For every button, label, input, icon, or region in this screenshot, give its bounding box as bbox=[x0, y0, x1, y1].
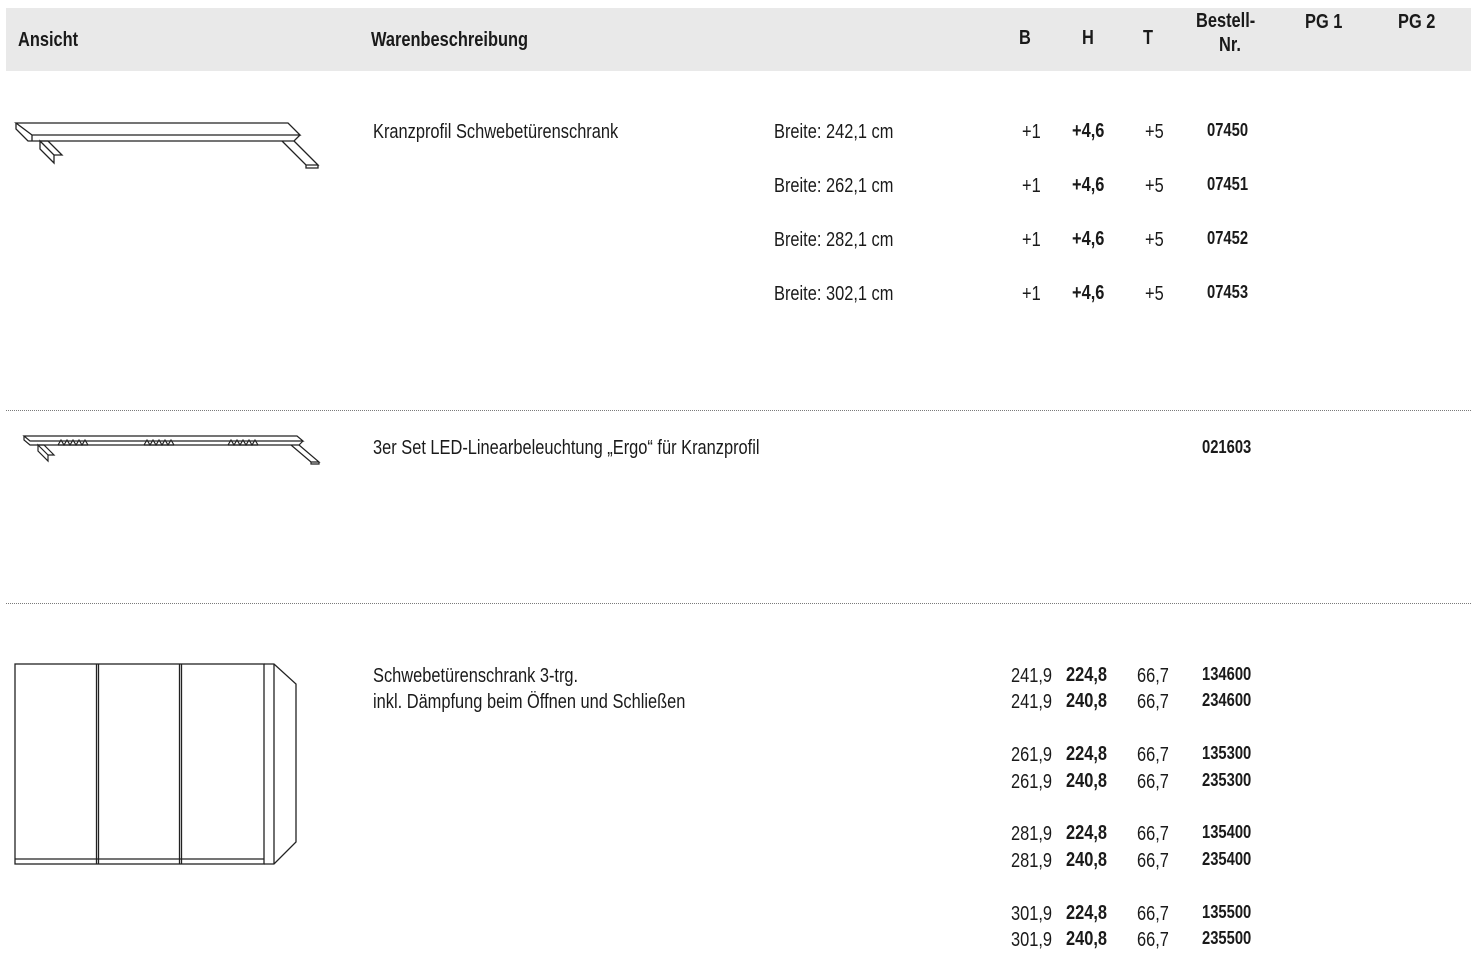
section3-row7-h: 224,8 bbox=[1066, 902, 1108, 924]
section3-row7-nr: 135500 bbox=[1202, 902, 1252, 922]
section1-row1-nr: 07450 bbox=[1207, 120, 1249, 140]
section3-row3-h: 224,8 bbox=[1066, 743, 1108, 765]
section2-title: 3er Set LED-Linearbeleuchtung „Ergo“ für… bbox=[373, 437, 760, 459]
section3-row2-b: 241,9 bbox=[1011, 691, 1053, 713]
section3-row6-b: 281,9 bbox=[1011, 850, 1053, 872]
header-nr: Nr. bbox=[1219, 34, 1241, 56]
schwebetuerenschrank-drawing bbox=[14, 663, 297, 865]
section3-row5-t: 66,7 bbox=[1137, 823, 1169, 845]
section3-row8-t: 66,7 bbox=[1137, 929, 1169, 951]
section1-row3-b: +1 bbox=[1022, 229, 1041, 251]
header-pg2: PG 2 bbox=[1398, 11, 1436, 33]
section3-row3-b: 261,9 bbox=[1011, 744, 1053, 766]
header-b: B bbox=[1019, 27, 1031, 49]
section3-row7-b: 301,9 bbox=[1011, 903, 1053, 925]
section-divider-1 bbox=[6, 410, 1471, 411]
section1-row4-t: +5 bbox=[1145, 283, 1164, 305]
section3-row2-t: 66,7 bbox=[1137, 691, 1169, 713]
section1-row2-h: +4,6 bbox=[1072, 174, 1105, 196]
section3-subtitle: inkl. Dämpfung beim Öffnen und Schließen bbox=[373, 691, 686, 713]
section3-row2-nr: 234600 bbox=[1202, 690, 1252, 710]
header-ansicht: Ansicht bbox=[18, 29, 79, 51]
section3-row4-nr: 235300 bbox=[1202, 770, 1252, 790]
section1-title: Kranzprofil Schwebetürenschrank bbox=[373, 121, 619, 143]
section3-row5-h: 224,8 bbox=[1066, 822, 1108, 844]
section1-row1-t: +5 bbox=[1145, 121, 1164, 143]
section1-row1-b: +1 bbox=[1022, 121, 1041, 143]
section3-row8-b: 301,9 bbox=[1011, 929, 1053, 951]
section3-row2-h: 240,8 bbox=[1066, 690, 1108, 712]
section3-row6-t: 66,7 bbox=[1137, 850, 1169, 872]
section2-nr: 021603 bbox=[1202, 437, 1252, 457]
section3-row6-h: 240,8 bbox=[1066, 849, 1108, 871]
section1-row1-breite: Breite: 242,1 cm bbox=[774, 121, 894, 143]
section1-row3-h: +4,6 bbox=[1072, 228, 1105, 250]
section3-row3-t: 66,7 bbox=[1137, 744, 1169, 766]
section1-row1-h: +4,6 bbox=[1072, 120, 1105, 142]
section3-row1-nr: 134600 bbox=[1202, 664, 1252, 684]
section3-row4-t: 66,7 bbox=[1137, 771, 1169, 793]
section3-row4-h: 240,8 bbox=[1066, 770, 1108, 792]
header-h: H bbox=[1082, 27, 1094, 49]
section3-row8-h: 240,8 bbox=[1066, 928, 1108, 950]
section3-row1-h: 224,8 bbox=[1066, 664, 1108, 686]
section3-title: Schwebetürenschrank 3-trg. bbox=[373, 665, 579, 687]
header-t: T bbox=[1143, 27, 1154, 49]
section1-row3-nr: 07452 bbox=[1207, 228, 1249, 248]
section1-row2-breite: Breite: 262,1 cm bbox=[774, 175, 894, 197]
section3-row1-t: 66,7 bbox=[1137, 665, 1169, 687]
section3-row4-b: 261,9 bbox=[1011, 771, 1053, 793]
section3-row5-nr: 135400 bbox=[1202, 822, 1252, 842]
section1-row2-b: +1 bbox=[1022, 175, 1041, 197]
header-warenbeschreibung: Warenbeschreibung bbox=[371, 29, 529, 51]
kranzprofil-drawing bbox=[14, 122, 320, 169]
section3-row6-nr: 235400 bbox=[1202, 849, 1252, 869]
section1-row4-h: +4,6 bbox=[1072, 282, 1105, 304]
section1-row4-breite: Breite: 302,1 cm bbox=[774, 283, 894, 305]
section3-row7-t: 66,7 bbox=[1137, 903, 1169, 925]
section1-row4-nr: 07453 bbox=[1207, 282, 1249, 302]
section1-row4-b: +1 bbox=[1022, 283, 1041, 305]
section1-row3-breite: Breite: 282,1 cm bbox=[774, 229, 894, 251]
section1-row2-nr: 07451 bbox=[1207, 174, 1249, 194]
header-pg1: PG 1 bbox=[1305, 11, 1343, 33]
section1-row2-t: +5 bbox=[1145, 175, 1164, 197]
header-bestell: Bestell- bbox=[1196, 10, 1256, 32]
led-kranzprofil-drawing bbox=[22, 435, 321, 465]
section-divider-2 bbox=[6, 603, 1471, 604]
section3-row5-b: 281,9 bbox=[1011, 823, 1053, 845]
section1-row3-t: +5 bbox=[1145, 229, 1164, 251]
section3-row3-nr: 135300 bbox=[1202, 743, 1252, 763]
section3-row1-b: 241,9 bbox=[1011, 665, 1053, 687]
section3-row8-nr: 235500 bbox=[1202, 928, 1252, 948]
